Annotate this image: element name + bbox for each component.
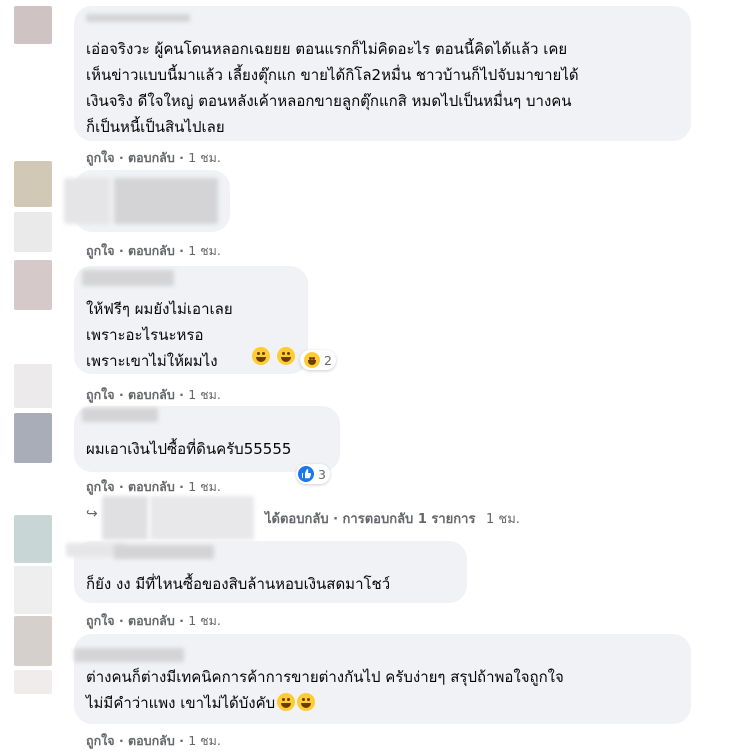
comment-actions: ถูกใจ · ตอบกลับ · 1 ชม. [86,387,221,402]
grinning-emoji-icon [297,693,316,711]
timestamp[interactable]: 1 ชม. [188,243,221,258]
blurred-content [64,178,110,224]
avatar[interactable] [14,161,52,207]
avatar[interactable] [14,515,52,563]
comment-actions: ถูกใจ · ตอบกลับ · 1 ชม. [86,733,221,748]
avatar[interactable] [14,413,52,463]
avatar-placeholder [14,364,52,408]
reply-arrow-icon: ↪ [86,506,98,522]
author-name-blurred[interactable] [82,408,158,422]
comment-actions: ถูกใจ · ตอบกลับ · 1 ชม. [86,479,221,494]
timestamp[interactable]: 1 ชม. [188,613,221,628]
rolling-laughing-emoji-icon [277,347,296,365]
comment-actions: ถูกใจ · ตอบกลับ · 1 ชม. [86,150,221,165]
reply-button[interactable]: ตอบกลับ [128,733,175,748]
comment-actions: ถูกใจ · ตอบกลับ · 1 ชม. [86,613,221,628]
comment-actions: ถูกใจ · ตอบกลับ · 1 ชม. [86,243,221,258]
like-button[interactable]: ถูกใจ [86,733,115,748]
author-name-blurred[interactable] [114,545,214,559]
timestamp[interactable]: 1 ชม. [188,387,221,402]
view-replies-link[interactable]: ได้ตอบกลับ · การตอบกลับ 1 รายการ 1 ชม. [265,508,520,529]
reaction-count: 3 [318,466,326,482]
timestamp[interactable]: 1 ชม. [188,479,221,494]
comment-text: เอ่อจริงวะ ผู้คนโดนหลอกเฉยยย ตอนแรกก็ไม่… [86,40,579,136]
blurred-content [114,178,218,224]
comment-bubble: เอ่อจริงวะ ผู้คนโดนหลอกเฉยยย ตอนแรกก็ไม่… [74,6,691,141]
reaction-summary[interactable]: 2 [300,350,336,370]
reply-author-blurred[interactable] [150,496,254,540]
avatar-placeholder [14,212,52,252]
rolling-laughing-emoji-icon [252,347,270,365]
comment-text: ต่างคนก็ต่างมีเทคนิคการค้าการขายต่างกันไ… [86,668,564,712]
like-button[interactable]: ถูกใจ [86,613,115,628]
like-thumb-icon [298,466,314,482]
avatar-placeholder [14,566,52,614]
timestamp[interactable]: 1 ชม. [188,150,221,165]
avatar[interactable] [14,6,52,44]
reply-button[interactable]: ตอบกลับ [128,479,175,494]
reply-button[interactable]: ตอบกลับ [128,243,175,258]
grinning-emoji-icon [277,693,296,711]
reaction-summary[interactable]: 3 [296,464,330,484]
like-button[interactable]: ถูกใจ [86,387,115,402]
comment-text: ผมเอาเงินไปซื้อที่ดินครับ55555 [86,440,292,458]
author-name-blurred[interactable] [86,14,190,22]
comment-bubble [64,170,230,232]
timestamp[interactable]: 1 ชม. [188,733,221,748]
avatar[interactable] [14,616,52,666]
avatar[interactable] [14,260,52,310]
reply-avatar-blurred[interactable] [102,496,148,540]
like-button[interactable]: ถูกใจ [86,150,115,165]
reaction-count: 2 [324,352,332,368]
comment-bubble: ก็ยัง งง มีที่ไหนซื้อของสิบล้านหอบเงินสด… [66,541,467,603]
reply-button[interactable]: ตอบกลับ [128,150,175,165]
author-name-blurred[interactable] [82,270,174,286]
like-button[interactable]: ถูกใจ [86,243,115,258]
timestamp[interactable]: 1 ชม. [486,512,520,527]
reply-button[interactable]: ตอบกลับ [128,387,175,402]
author-name-blurred[interactable] [74,648,184,662]
comment-bubble: ผมเอาเงินไปซื้อที่ดินครับ55555 [74,406,340,472]
avatar-placeholder [14,670,52,694]
reply-button[interactable]: ตอบกลับ [128,613,175,628]
like-button[interactable]: ถูกใจ [86,479,115,494]
comment-bubble: ต่างคนก็ต่างมีเทคนิคการค้าการขายต่างกันไ… [74,634,691,724]
comment-emojis [250,347,296,366]
comment-text: ก็ยัง งง มีที่ไหนซื้อของสิบล้านหอบเงินสด… [86,575,391,593]
laughing-emoji-icon [304,352,320,368]
